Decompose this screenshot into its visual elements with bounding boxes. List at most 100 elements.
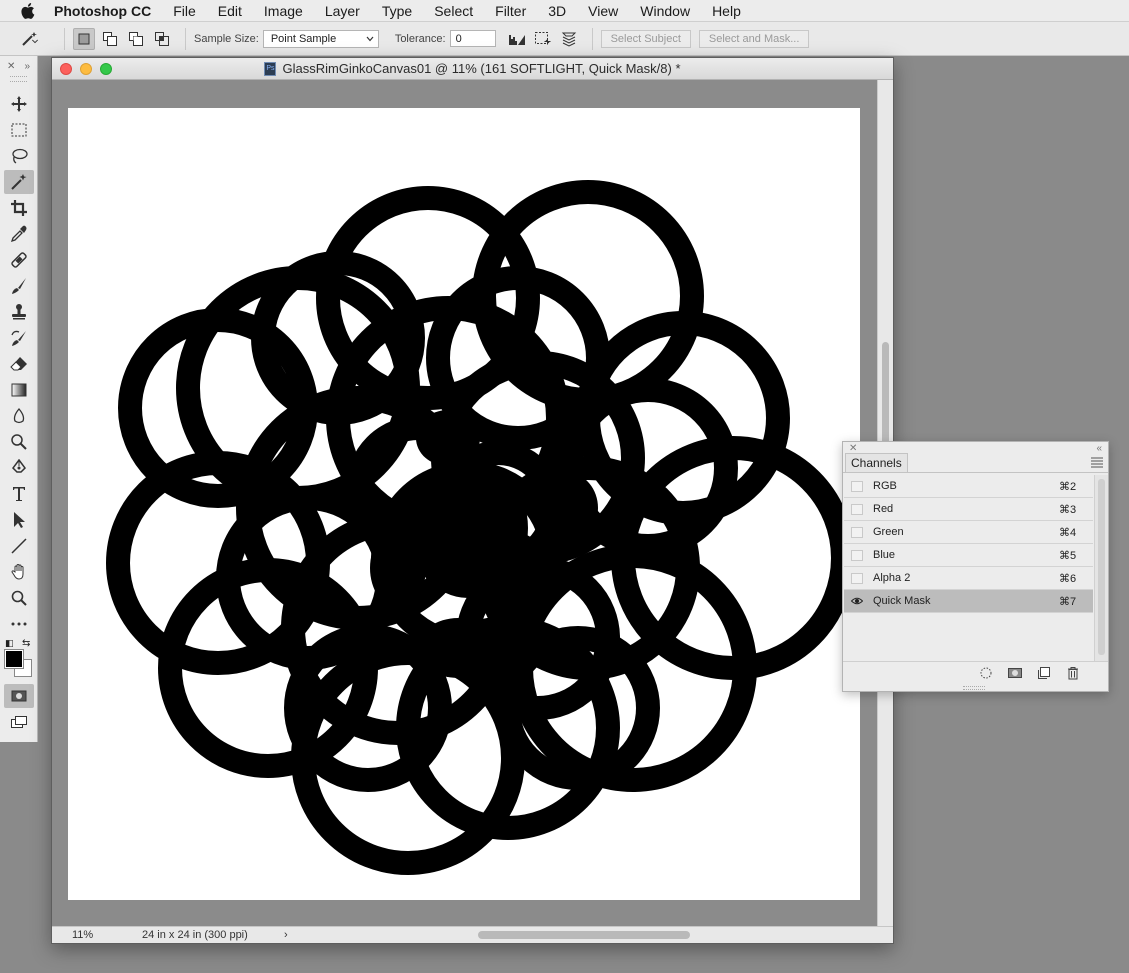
menu-view[interactable]: View	[577, 3, 629, 19]
pen-tool-icon	[12, 459, 26, 473]
select-subject-button[interactable]: Select Subject	[600, 29, 691, 48]
subtract-from-selection-button[interactable]	[125, 28, 147, 50]
close-window-button[interactable]	[60, 63, 72, 75]
channel-shortcut: ⌘6	[1059, 572, 1077, 585]
healing-brush-tool[interactable]	[4, 248, 34, 272]
lasso-tool[interactable]	[4, 144, 34, 168]
collapse-icon[interactable]: «	[1096, 443, 1102, 454]
sample-all-layers-icon	[561, 32, 576, 47]
channel-row-alpha-2[interactable]: Alpha 2 ⌘6	[844, 567, 1093, 590]
channels-scrollbar-thumb[interactable]	[1098, 479, 1105, 655]
marquee-tool[interactable]	[4, 118, 34, 142]
options-separator	[185, 27, 186, 50]
horizontal-scrollbar-thumb[interactable]	[478, 931, 690, 939]
clone-stamp-tool[interactable]	[4, 300, 34, 324]
eyedropper-tool[interactable]	[4, 222, 34, 246]
canvas[interactable]	[68, 108, 860, 900]
menu-image[interactable]: Image	[253, 3, 314, 19]
intersect-selection-button[interactable]	[151, 28, 173, 50]
new-channel-button[interactable]	[1035, 665, 1053, 681]
collapse-icon[interactable]: »	[24, 61, 30, 72]
apple-icon[interactable]	[16, 2, 40, 19]
blur-tool[interactable]	[4, 404, 34, 428]
anti-alias-toggle[interactable]	[506, 28, 528, 50]
dodge-tool[interactable]	[4, 430, 34, 454]
brush-tool[interactable]	[4, 274, 34, 298]
sample-all-layers-toggle[interactable]	[558, 28, 580, 50]
eye-icon[interactable]	[851, 596, 863, 607]
channel-row-green[interactable]: Green ⌘4	[844, 521, 1093, 544]
history-brush-tool[interactable]	[4, 326, 34, 350]
contiguous-toggle[interactable]	[532, 28, 554, 50]
visibility-toggle[interactable]	[851, 526, 863, 538]
line-tool[interactable]	[4, 534, 34, 558]
menu-select[interactable]: Select	[423, 3, 484, 19]
dotted-circle-icon	[980, 667, 992, 678]
zoom-tool-icon	[11, 590, 27, 606]
channel-row-rgb[interactable]: RGB ⌘2	[844, 475, 1093, 498]
visibility-toggle[interactable]	[851, 572, 863, 584]
canvas-area[interactable]	[52, 80, 879, 928]
new-selection-button[interactable]	[73, 27, 95, 50]
hand-tool[interactable]	[4, 560, 34, 584]
channel-row-red[interactable]: Red ⌘3	[844, 498, 1093, 521]
menu-window[interactable]: Window	[629, 3, 701, 19]
channel-row-quick-mask[interactable]: Quick Mask ⌘7	[844, 590, 1093, 613]
pen-tool[interactable]	[4, 456, 34, 480]
path-selection-tool[interactable]	[4, 508, 34, 532]
tool-preset-picker[interactable]	[20, 30, 56, 48]
more-tools[interactable]	[4, 612, 34, 636]
sample-size-label: Sample Size:	[194, 32, 259, 45]
add-selection-icon	[103, 31, 117, 46]
close-icon[interactable]: ✕	[849, 443, 857, 454]
channel-name: Blue	[873, 549, 896, 561]
sample-size-select[interactable]: Point Sample	[262, 29, 379, 48]
panel-grip[interactable]	[10, 76, 27, 82]
default-colors-icon[interactable]: ◧	[5, 638, 14, 649]
horizontal-scrollbar[interactable]	[296, 930, 876, 940]
channels-list: RGB ⌘2 Red ⌘3 Green ⌘4 Blue ⌘5 Alpha 2 ⌘…	[844, 475, 1093, 661]
gradient-tool-icon	[11, 383, 27, 397]
magic-wand-tool[interactable]	[4, 170, 34, 194]
menu-edit[interactable]: Edit	[207, 3, 253, 19]
channels-scrollbar[interactable]	[1094, 475, 1108, 661]
menu-help[interactable]: Help	[701, 3, 752, 19]
add-to-selection-button[interactable]	[99, 28, 121, 50]
menu-file[interactable]: File	[162, 3, 207, 19]
visibility-toggle[interactable]	[851, 480, 863, 492]
screen-mode-icon	[11, 716, 27, 728]
save-selection-as-channel-button[interactable]	[1006, 665, 1024, 681]
minimize-window-button[interactable]	[80, 63, 92, 75]
menu-app-name[interactable]: Photoshop CC	[52, 3, 162, 19]
menu-filter[interactable]: Filter	[484, 3, 537, 19]
zoom-level[interactable]: 11%	[52, 929, 112, 941]
menu-3d[interactable]: 3D	[537, 3, 577, 19]
type-tool[interactable]	[4, 482, 34, 506]
visibility-toggle[interactable]	[851, 503, 863, 515]
channel-row-blue[interactable]: Blue ⌘5	[844, 544, 1093, 567]
crop-tool[interactable]	[4, 196, 34, 220]
menu-type[interactable]: Type	[371, 3, 423, 19]
channel-shortcut: ⌘7	[1059, 595, 1077, 608]
screen-mode-button[interactable]	[4, 710, 34, 734]
eraser-tool[interactable]	[4, 352, 34, 376]
load-channel-as-selection-button[interactable]	[977, 665, 995, 681]
delete-channel-button[interactable]	[1064, 665, 1082, 681]
panel-menu-icon[interactable]	[1090, 456, 1104, 468]
move-tool[interactable]	[4, 92, 34, 116]
select-and-mask-button[interactable]: Select and Mask...	[698, 29, 810, 48]
visibility-toggle[interactable]	[851, 549, 863, 561]
tolerance-input[interactable]: 0	[449, 30, 496, 47]
quick-mask-button[interactable]	[4, 684, 34, 708]
panel-resize-grip[interactable]	[963, 686, 985, 690]
tab-channels[interactable]: Channels	[845, 453, 908, 472]
zoom-tool[interactable]	[4, 586, 34, 610]
menu-layer[interactable]: Layer	[314, 3, 371, 19]
foreground-color-swatch[interactable]	[4, 649, 24, 669]
type-tool-icon	[13, 487, 25, 501]
document-titlebar[interactable]: Ps GlassRimGinkoCanvas01 @ 11% (161 SOFT…	[52, 58, 893, 80]
swap-colors-icon[interactable]: ⇆	[22, 638, 30, 649]
close-icon[interactable]: ✕	[7, 61, 15, 72]
zoom-window-button[interactable]	[100, 63, 112, 75]
gradient-tool[interactable]	[4, 378, 34, 402]
